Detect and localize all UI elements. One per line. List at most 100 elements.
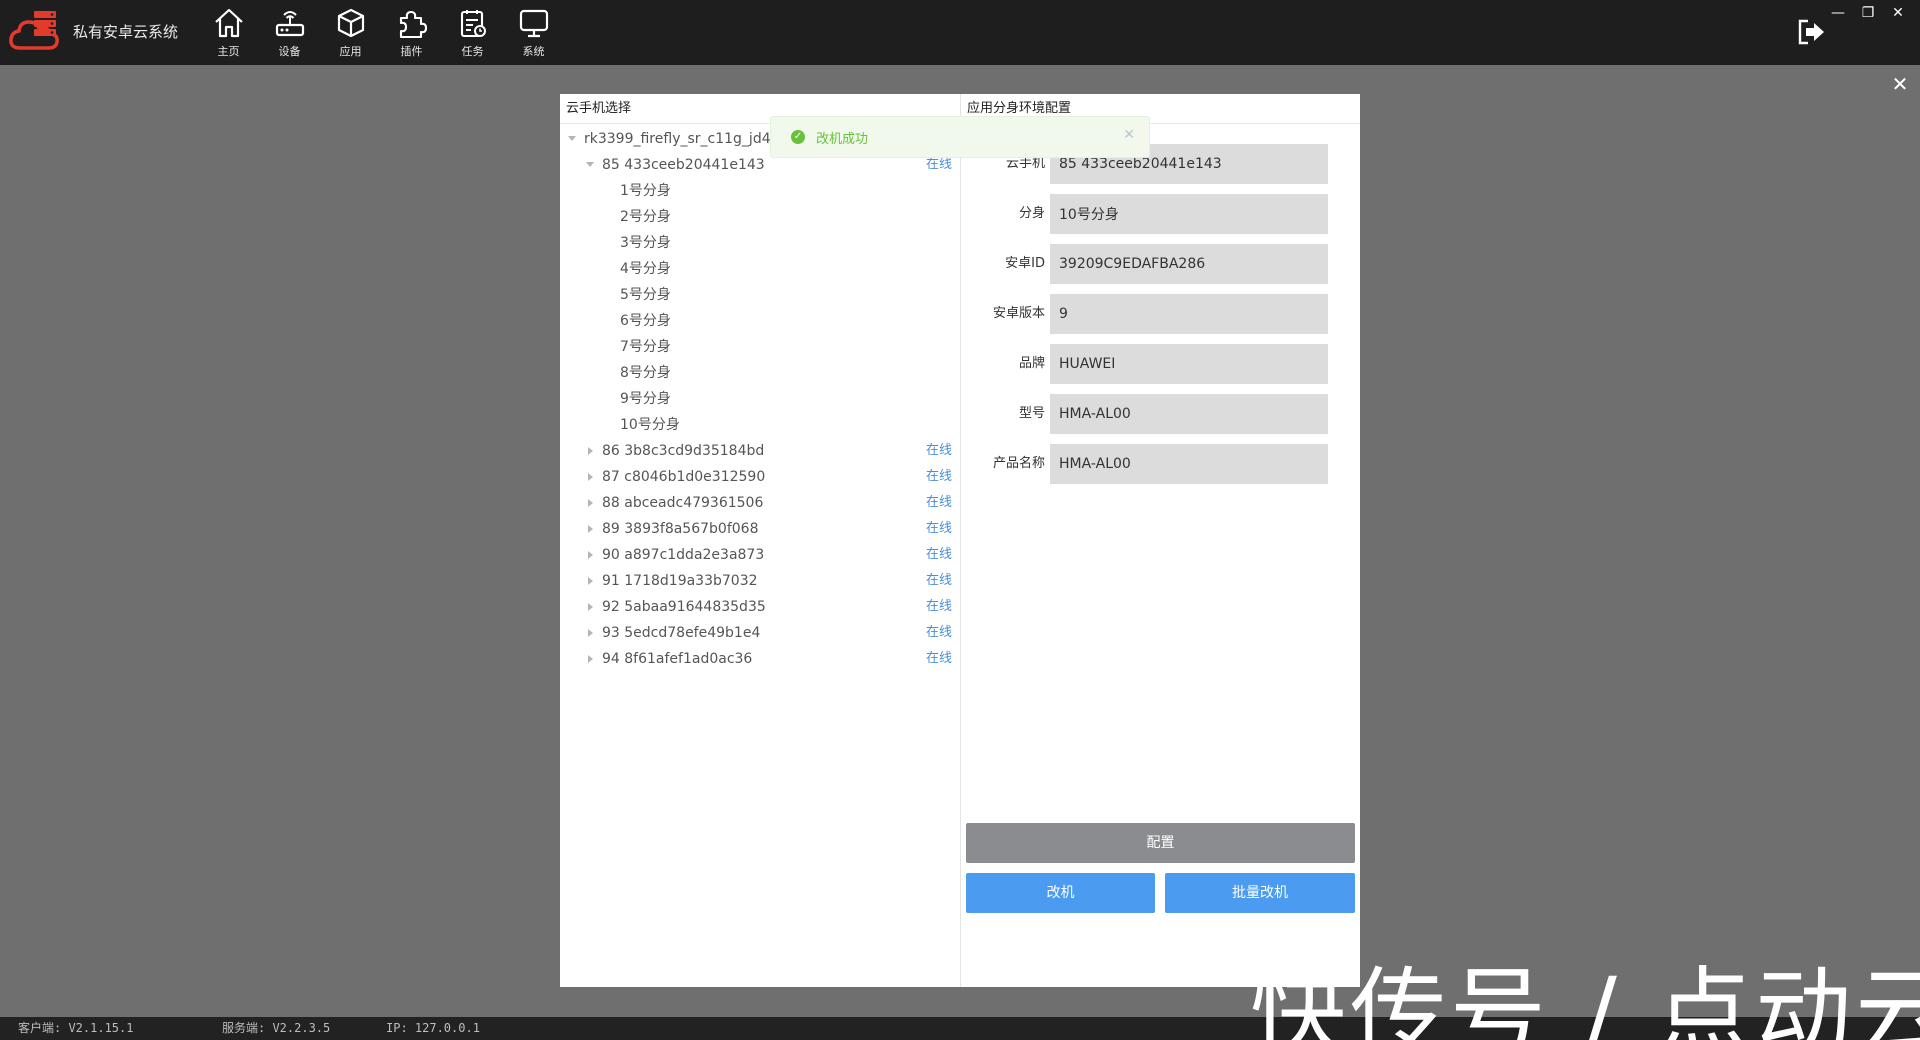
tree-device-item[interactable]: 88 abceadc479361506 在线 [560, 490, 960, 516]
router-icon [275, 11, 304, 37]
field-android-id: 安卓ID [961, 244, 1360, 294]
close-window-button[interactable]: ✕ [1886, 3, 1910, 23]
nav-apps-label: 应用 [339, 45, 362, 58]
tree-clone-item[interactable]: 10号分身 [560, 412, 960, 438]
puzzle-icon [399, 10, 427, 39]
device-label: 93 5edcd78efe49b1e4 [602, 625, 761, 641]
tree-clone-item[interactable]: 4号分身 [560, 256, 960, 282]
collapse-arrow-icon[interactable] [588, 499, 593, 507]
expand-arrow-icon[interactable] [586, 162, 594, 167]
clone-field[interactable] [1050, 194, 1328, 234]
product-name-field[interactable] [1050, 444, 1328, 484]
tree-device-item[interactable]: 86 3b8c3cd9d35184bd 在线 [560, 438, 960, 464]
online-status: 在线 [926, 599, 953, 614]
android-id-label: 安卓ID [1005, 256, 1045, 271]
tree-clone-item[interactable]: 9号分身 [560, 386, 960, 412]
clone-label: 1号分身 [620, 183, 671, 199]
tree-device-item[interactable]: 94 8f61afef1ad0ac36 在线 [560, 646, 960, 672]
tree-device-item[interactable]: 92 5abaa91644835d35 在线 [560, 594, 960, 620]
online-status: 在线 [926, 547, 953, 562]
product-name-label: 产品名称 [992, 456, 1045, 471]
device-list: 86 3b8c3cd9d35184bd 在线 87 c8046b1d0e312590… [560, 438, 960, 672]
tree-device-item[interactable]: 91 1718d19a33b7032 在线 [560, 568, 960, 594]
tree-clone-item[interactable]: 3号分身 [560, 230, 960, 256]
clone-label: 2号分身 [620, 209, 671, 225]
clone-label: 分身 [1018, 206, 1045, 221]
model-label: 型号 [1018, 406, 1045, 421]
online-status: 在线 [926, 443, 953, 458]
collapse-arrow-icon[interactable] [588, 473, 593, 481]
restore-button[interactable]: ❐ [1856, 3, 1880, 23]
collapse-arrow-icon[interactable] [588, 551, 593, 559]
nav-tasks[interactable]: 任务 [442, 0, 503, 65]
collapse-arrow-icon[interactable] [588, 603, 593, 611]
collapse-arrow-icon[interactable] [588, 447, 593, 455]
nav-devices-label: 设备 [278, 45, 301, 58]
android-version-field[interactable] [1050, 294, 1328, 334]
ip-address: IP: 127.0.0.1 [386, 1021, 480, 1035]
nav-plugins[interactable]: 插件 [381, 0, 442, 65]
expand-arrow-icon[interactable] [568, 136, 576, 141]
clone-label: 5号分身 [620, 287, 671, 303]
collapse-arrow-icon[interactable] [588, 525, 593, 533]
cloud-server-logo-icon [9, 11, 59, 50]
nav-home[interactable]: 主页 [198, 0, 259, 65]
tree-clone-item[interactable]: 5号分身 [560, 282, 960, 308]
field-product-name: 产品名称 [961, 444, 1360, 494]
tree-clone-item[interactable]: 7号分身 [560, 334, 960, 360]
minimize-button[interactable]: — [1826, 3, 1850, 23]
client-version: 客户端: V2.1.15.1 [18, 1021, 134, 1035]
server-version: 服务端: V2.2.3.5 [222, 1021, 331, 1035]
collapse-arrow-icon[interactable] [588, 655, 593, 663]
device-label: 92 5abaa91644835d35 [602, 599, 766, 615]
nav-apps[interactable]: 应用 [320, 0, 381, 65]
online-status: 在线 [926, 573, 953, 588]
nav-devices[interactable]: 设备 [259, 0, 320, 65]
config-dialog: 云手机选择 rk3399_firefly_sr_c11g_jd4 85 433c… [560, 94, 1360, 987]
batch-change-button[interactable]: 批量改机 [1165, 873, 1355, 913]
clone-label: 10号分身 [620, 417, 680, 433]
tree-clone-item[interactable]: 8号分身 [560, 360, 960, 386]
clone-label: 9号分身 [620, 391, 671, 407]
logout-icon[interactable] [1794, 15, 1828, 49]
nav-home-label: 主页 [217, 45, 240, 58]
tree-clone-item[interactable]: 6号分身 [560, 308, 960, 334]
brand-field[interactable] [1050, 344, 1328, 384]
change-device-button[interactable]: 改机 [966, 873, 1155, 913]
tree-device-item[interactable]: 89 3893f8a567b0f068 在线 [560, 516, 960, 542]
clone-label: 3号分身 [620, 235, 671, 251]
collapse-arrow-icon[interactable] [588, 629, 593, 637]
device-label: 85 433ceeb20441e143 [602, 157, 765, 173]
field-clone: 分身 [961, 194, 1360, 244]
model-field[interactable] [1050, 394, 1328, 434]
toast-message: 改机成功 [816, 132, 869, 147]
android-version-label: 安卓版本 [992, 306, 1045, 321]
success-toast: ✓ 改机成功 ✕ [770, 116, 1150, 158]
top-bar: 私有安卓云系统 主页 设备 应用 插件 任务 系统 — ❐ ✕ [0, 0, 1920, 65]
clone-label: 8号分身 [620, 365, 671, 381]
nav-system-label: 系统 [522, 45, 545, 58]
app-title: 私有安卓云系统 [73, 23, 179, 41]
tree-device-item[interactable]: 87 c8046b1d0e312590 在线 [560, 464, 960, 490]
toast-close-button[interactable]: ✕ [1123, 127, 1135, 143]
success-check-icon: ✓ [791, 130, 805, 144]
nav-plugins-label: 插件 [400, 45, 423, 58]
nav-system[interactable]: 系统 [503, 0, 564, 65]
clone-label: 7号分身 [620, 339, 671, 355]
device-label: 86 3b8c3cd9d35184bd [602, 443, 765, 459]
tree-clone-item[interactable]: 2号分身 [560, 204, 960, 230]
config-button[interactable]: 配置 [966, 823, 1355, 863]
device-label: 91 1718d19a33b7032 [602, 573, 758, 589]
online-status: 在线 [926, 495, 953, 510]
android-id-field[interactable] [1050, 244, 1328, 284]
tree-device-item[interactable]: 90 a897c1dda2e3a873 在线 [560, 542, 960, 568]
online-status: 在线 [926, 651, 953, 666]
device-label: 94 8f61afef1ad0ac36 [602, 651, 753, 667]
page-close-button[interactable]: ✕ [1890, 74, 1910, 94]
field-brand: 品牌 [961, 344, 1360, 394]
tree-clone-item[interactable]: 1号分身 [560, 178, 960, 204]
cube-icon [337, 8, 364, 38]
tree-device-item[interactable]: 93 5edcd78efe49b1e4 在线 [560, 620, 960, 646]
env-config-form: 云手机 分身 安卓ID 安卓版本 品牌 型号 [961, 124, 1360, 494]
collapse-arrow-icon[interactable] [588, 577, 593, 585]
